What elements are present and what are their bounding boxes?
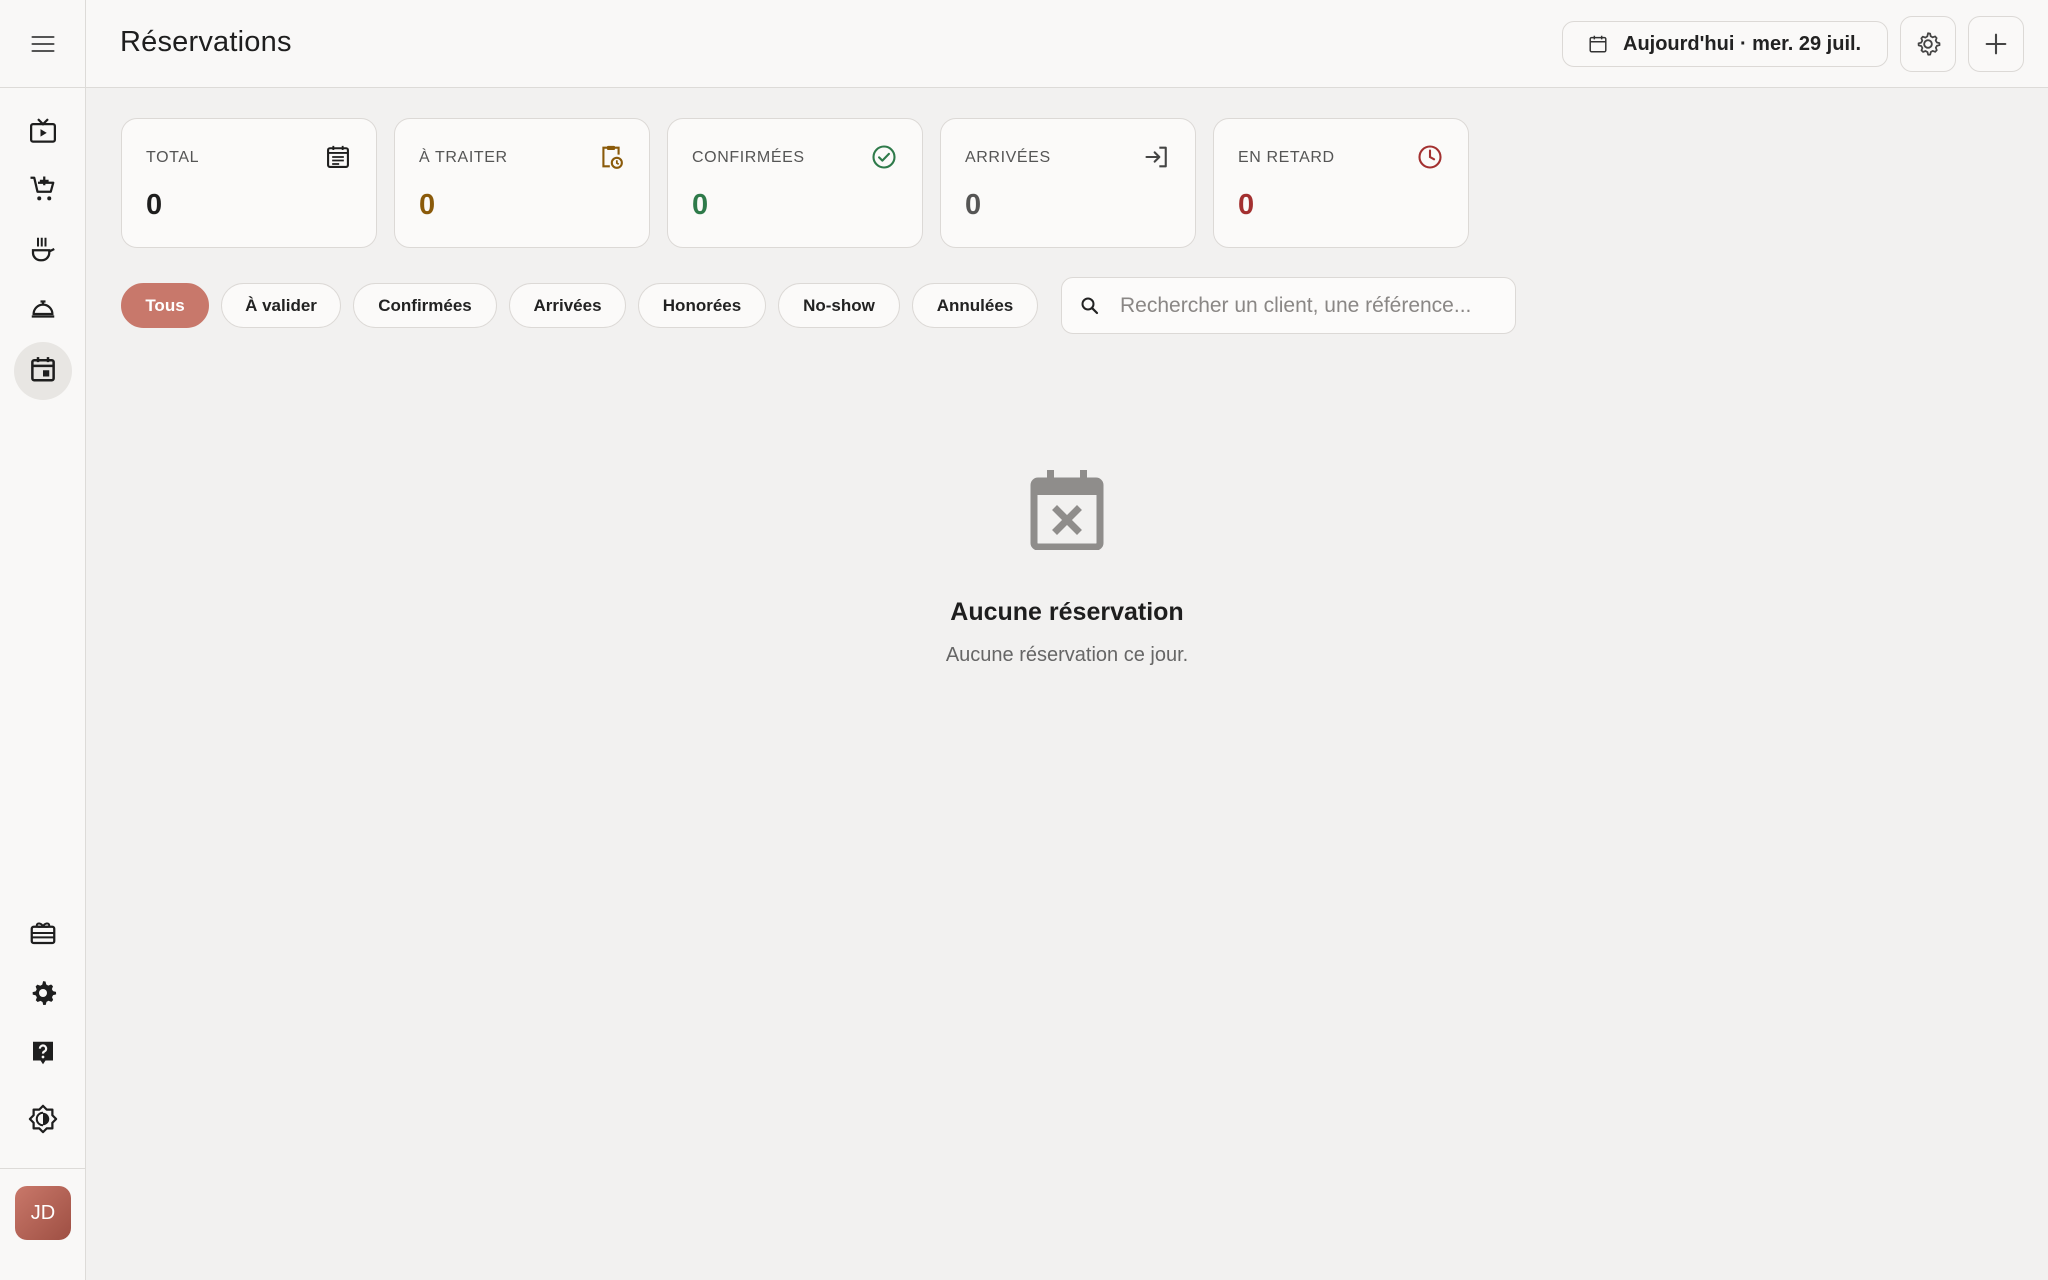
clock-icon	[1416, 143, 1444, 171]
clipboard-clock-icon	[597, 143, 625, 171]
stat-label: EN RETARD	[1238, 149, 1335, 166]
login-icon	[1143, 143, 1171, 171]
sidebar-item-service[interactable]	[14, 282, 72, 340]
sidebar: JD	[0, 0, 86, 1280]
stat-label: CONFIRMÉES	[692, 149, 805, 166]
filter-chip-confirmed[interactable]: Confirmées	[353, 283, 497, 328]
stat-card-total: TOTAL 0	[121, 118, 377, 248]
card-giftcard-icon	[28, 918, 58, 953]
sidebar-divider	[0, 1168, 86, 1169]
sidebar-header	[0, 0, 85, 88]
avatar[interactable]: JD	[15, 1186, 71, 1240]
search-box	[1061, 277, 1516, 334]
sidebar-item-kitchen[interactable]	[14, 222, 72, 280]
stat-label: TOTAL	[146, 149, 200, 166]
stat-value: 0	[419, 189, 436, 221]
settings-button[interactable]	[1900, 16, 1956, 72]
cart-add-icon	[28, 174, 58, 209]
sidebar-item-gift-cards[interactable]	[14, 906, 72, 964]
plus-icon	[1982, 30, 2010, 58]
add-reservation-button[interactable]	[1968, 16, 2024, 72]
stat-label: ARRIVÉES	[965, 149, 1051, 166]
date-selector-button[interactable]: Aujourd'hui · mer. 29 juil.	[1562, 21, 1888, 67]
stat-value: 0	[146, 189, 163, 221]
filter-chip-all[interactable]: Tous	[121, 283, 209, 328]
top-bar: Réservations Aujourd'hui · mer. 29 juil.	[86, 0, 2048, 88]
filter-chip-honored[interactable]: Honorées	[638, 283, 766, 328]
filter-chip-no-show[interactable]: No-show	[778, 283, 900, 328]
filter-chip-arrived[interactable]: Arrivées	[509, 283, 626, 328]
gear-icon	[1914, 30, 1942, 58]
stat-card-arrived: ARRIVÉES 0	[940, 118, 1196, 248]
sidebar-item-display[interactable]	[14, 104, 72, 162]
empty-state-subtitle: Aucune réservation ce jour.	[945, 644, 1189, 666]
search-input[interactable]	[1120, 293, 1500, 318]
filter-chip-to-validate[interactable]: À valider	[221, 283, 341, 328]
cooking-pot-icon	[28, 234, 58, 269]
calendar-list-icon	[324, 143, 352, 171]
page-title: Réservations	[120, 26, 292, 58]
stat-label: À TRAITER	[419, 149, 508, 166]
sidebar-item-theme[interactable]	[14, 1092, 72, 1150]
menu-icon[interactable]	[29, 30, 57, 58]
sidebar-item-reservations[interactable]	[14, 342, 72, 400]
check-circle-icon	[870, 143, 898, 171]
brightness-icon	[28, 1104, 58, 1139]
stat-card-late: EN RETARD 0	[1213, 118, 1469, 248]
calendar-remove-icon	[1030, 470, 1104, 551]
room-service-icon	[28, 294, 58, 329]
calendar-icon	[1587, 33, 1609, 55]
gear-icon	[28, 978, 58, 1013]
date-label: Aujourd'hui · mer. 29 juil.	[1623, 32, 1862, 55]
calendar-event-icon	[28, 354, 58, 389]
stat-value: 0	[692, 189, 709, 221]
stat-card-to-process: À TRAITER 0	[394, 118, 650, 248]
help-icon	[28, 1038, 58, 1073]
search-icon	[1078, 294, 1102, 318]
sidebar-item-settings[interactable]	[14, 966, 72, 1024]
stat-value: 0	[965, 189, 982, 221]
sidebar-item-orders[interactable]	[14, 162, 72, 220]
filter-chip-cancelled[interactable]: Annulées	[912, 283, 1038, 328]
stat-value: 0	[1238, 189, 1255, 221]
sidebar-item-help[interactable]	[14, 1026, 72, 1084]
empty-state-title: Aucune réservation	[950, 598, 1184, 626]
stat-card-confirmed: CONFIRMÉES 0	[667, 118, 923, 248]
tv-play-icon	[28, 116, 58, 151]
